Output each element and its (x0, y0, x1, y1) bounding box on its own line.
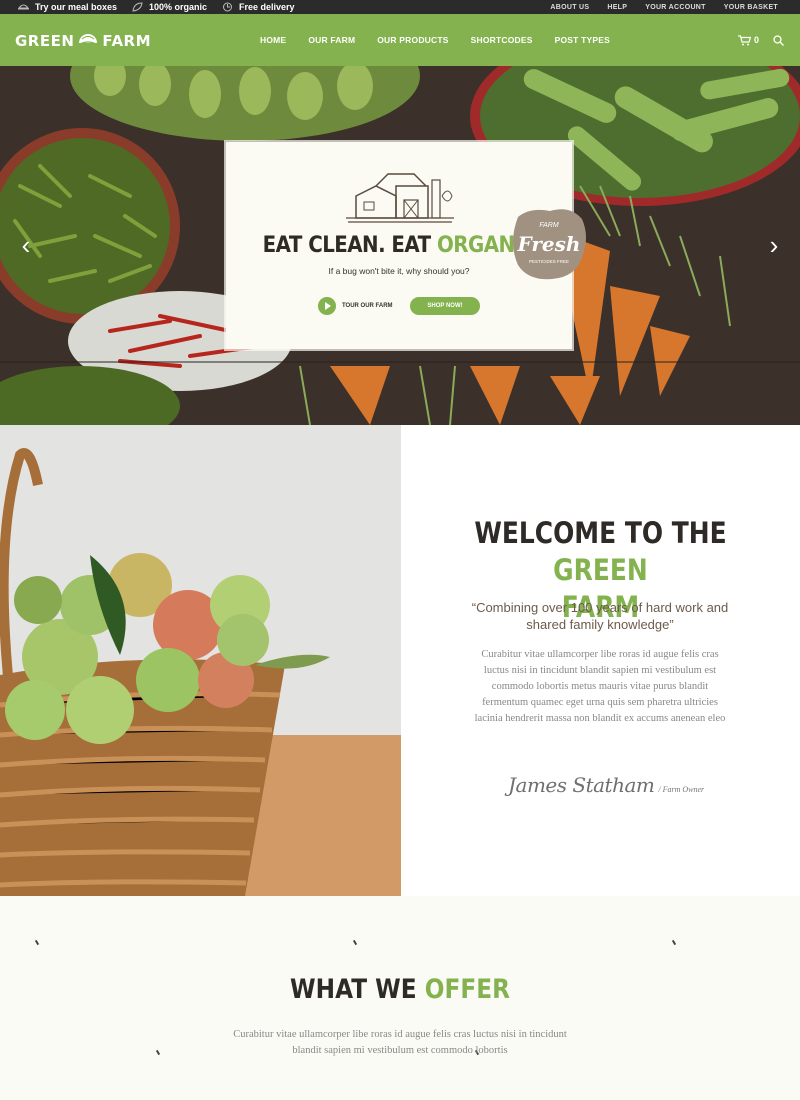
cart-button[interactable]: 0 (737, 34, 759, 46)
badge-main-text: Fresh (517, 232, 581, 256)
badge-top-text: FARM (539, 222, 558, 229)
top-bar: Try our meal boxes 100% organic Free del… (0, 0, 800, 14)
hero-slider: ‹ › EAT CLEAN. EAT ORGANIC If a bug won'… (0, 66, 800, 425)
search-icon[interactable] (773, 34, 784, 46)
cart-icon (737, 34, 751, 45)
delivery-icon (223, 2, 232, 12)
nav-shortcodes[interactable]: SHORTCODES (471, 35, 533, 45)
decorative-speck (34, 939, 40, 946)
tour-our-farm-button[interactable]: TOUR OUR FARM (318, 297, 393, 315)
shop-now-button[interactable]: SHOP NOW! (410, 297, 480, 315)
decorative-speck (155, 1049, 161, 1056)
promo-organic: 100% organic (132, 0, 207, 14)
promo-delivery: Free delivery (222, 0, 295, 14)
main-header: GREEN FARM HOME OUR FARM OUR PRODUCTS SH… (0, 14, 800, 66)
header-actions: 0 (737, 14, 784, 66)
welcome-title-green-1: GREEN (553, 553, 648, 587)
link-your-account[interactable]: YOUR ACCOUNT (645, 4, 706, 11)
owner-signature: James Statham / Farm Owner (508, 773, 704, 797)
welcome-title-dark: WELCOME TO THE (474, 516, 727, 550)
nav-post-types[interactable]: POST TYPES (555, 35, 610, 45)
site-logo[interactable]: GREEN FARM (15, 31, 151, 51)
offer-title-dark: WHAT WE (290, 974, 417, 1005)
link-about-us[interactable]: ABOUT US (550, 4, 589, 11)
offer-title: WHAT WE OFFER (56, 974, 744, 1005)
logo-text-right: FARM (102, 32, 152, 50)
nav-home[interactable]: HOME (260, 35, 286, 45)
meal-box-icon (18, 4, 29, 10)
promo-text: 100% organic (149, 2, 208, 12)
signature-name: James Statham (508, 773, 655, 797)
promo-text: Free delivery (239, 2, 295, 12)
decorative-speck (352, 939, 358, 946)
promo-text: Try our meal boxes (35, 2, 118, 12)
cart-count: 0 (753, 35, 759, 45)
main-nav: HOME OUR FARM OUR PRODUCTS SHORTCODES PO… (260, 14, 610, 66)
apple-basket-image (0, 425, 401, 896)
tour-label: TOUR OUR FARM (342, 303, 393, 309)
offer-body: Curabitur vitae ullamcorper libe roras i… (233, 1029, 567, 1056)
farm-fresh-badge: FARM Fresh PESTICIDES FREE (513, 209, 586, 280)
logo-text-left: GREEN (15, 32, 75, 50)
badge-bottom-text: PESTICIDES FREE (529, 259, 569, 264)
link-your-basket[interactable]: YOUR BASKET (724, 4, 778, 11)
nav-our-products[interactable]: OUR PRODUCTS (377, 35, 448, 45)
slider-next-arrow[interactable]: › (764, 231, 784, 259)
welcome-section: WELCOME TO THE GREEN FARM “Combining ove… (0, 425, 800, 896)
sun-field-icon (79, 34, 98, 49)
decorative-speck (671, 939, 677, 946)
offer-section: WHAT WE OFFER Curabitur vitae ullamcorpe… (0, 896, 800, 1100)
hero-headline-dark: EAT CLEAN. EAT (262, 233, 432, 258)
welcome-body: Curabitur vitae ullamcorper libe roras i… (474, 649, 726, 724)
play-icon (318, 297, 336, 315)
farm-barn-illustration (346, 173, 454, 223)
link-help[interactable]: HELP (607, 4, 627, 11)
hero-headline: EAT CLEAN. EAT ORGANIC (243, 233, 554, 258)
offer-title-green: OFFER (424, 974, 510, 1005)
promo-meal-boxes: Try our meal boxes (18, 0, 117, 14)
nav-our-farm[interactable]: OUR FARM (308, 35, 355, 45)
signature-role: / Farm Owner (658, 785, 705, 794)
leaf-icon (132, 2, 143, 12)
account-links: ABOUT US HELP YOUR ACCOUNT YOUR BASKET (550, 0, 778, 14)
slider-prev-arrow[interactable]: ‹ (16, 231, 36, 259)
welcome-quote: “Combining over 100 years of hard work a… (471, 600, 729, 632)
